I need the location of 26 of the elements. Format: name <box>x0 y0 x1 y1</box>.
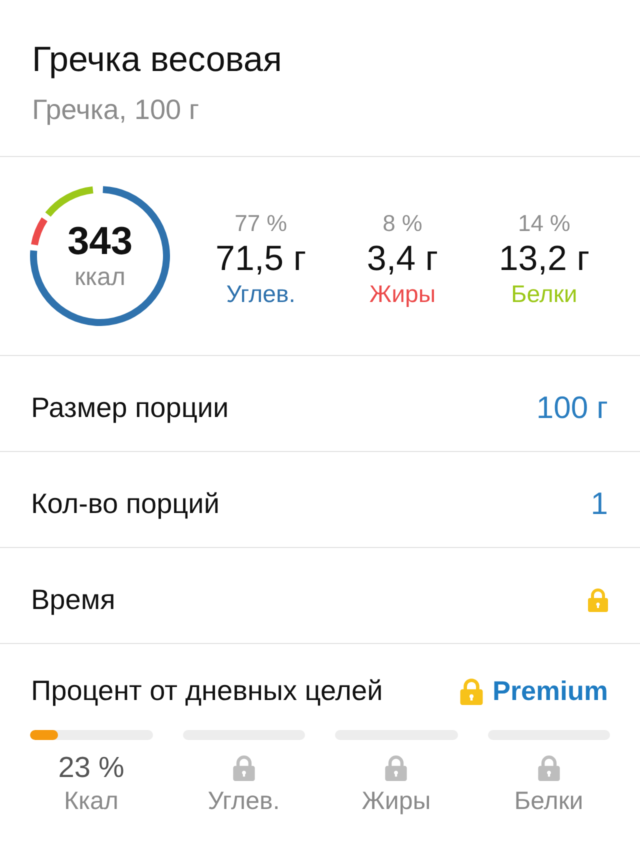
macro-amount: 13,2 г <box>498 239 590 279</box>
food-subtitle: Гречка, 100 г <box>32 94 200 126</box>
row-label: Время <box>31 582 116 616</box>
goal-label: Ккал <box>64 786 119 816</box>
macro-percent: 14 % <box>518 210 570 236</box>
macro-name: Углев. <box>226 280 296 310</box>
goal-percent: 23 % <box>58 752 124 784</box>
macro-amount: 3,4 г <box>366 239 438 279</box>
food-title: Гречка весовая <box>32 40 283 80</box>
macro-amount: 71,5 г <box>216 239 306 279</box>
macro-name: Жиры <box>369 280 436 310</box>
calorie-unit: ккал <box>74 263 126 291</box>
section-title: Процент от дневных целей <box>30 674 383 708</box>
goal-label: Углев. <box>208 786 280 816</box>
row-label: Кол-во порций <box>31 486 220 520</box>
premium-button[interactable]: Premium <box>460 674 608 708</box>
row-value[interactable]: 100 г <box>536 390 608 424</box>
row-value[interactable]: 1 <box>590 486 608 520</box>
macro-percent: 77 % <box>234 210 288 236</box>
calorie-value: 343 <box>67 221 133 263</box>
macro-percent: 8 % <box>382 210 422 236</box>
lock-icon[interactable] <box>588 588 608 612</box>
goal-label: Белки <box>514 786 584 816</box>
goal-label: Жиры <box>362 786 431 816</box>
macro-name: Белки <box>511 280 578 310</box>
row-label: Размер порции <box>31 390 229 424</box>
